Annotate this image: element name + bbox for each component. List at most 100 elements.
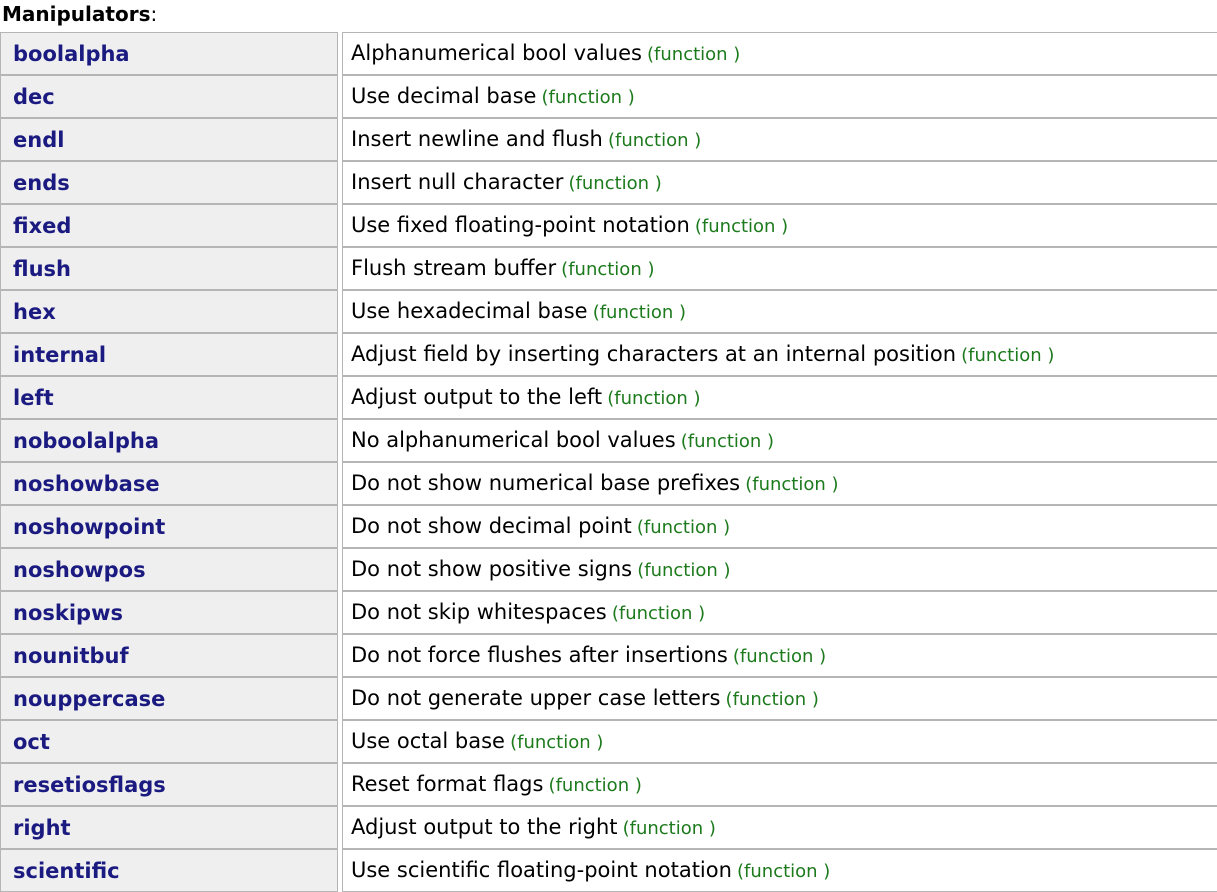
manipulator-name-cell[interactable]: right [0,806,338,849]
manipulator-name-cell[interactable]: noboolalpha [0,419,338,462]
table-row: hex Use hexadecimal base (function ) [0,290,1217,333]
table-row: noshowpos Do not show positive signs (fun… [0,548,1217,591]
table-row: resetiosflags Reset format flags (functio… [0,763,1217,806]
entity-kind-tag: (function ) [745,473,839,495]
manipulator-description-cell: Insert newline and flush (function ) [342,118,1217,161]
entity-kind-tag: (function ) [592,301,686,323]
manipulator-description-cell: Reset format flags (function ) [342,763,1217,806]
manipulator-description: Insert null character [351,169,564,194]
manipulator-link[interactable]: ends [13,170,70,196]
manipulator-name-cell[interactable]: endl [0,118,338,161]
entity-kind-tag: (function ) [636,516,731,538]
manipulator-name-cell[interactable]: internal [0,333,338,376]
manipulator-description-cell: Use decimal base (function ) [342,75,1217,118]
manipulator-link[interactable]: dec [13,84,55,110]
manipulator-name-cell[interactable]: dec [0,75,338,118]
table-row: fixed Use fixed floating-point notation (… [0,204,1217,247]
manipulator-link[interactable]: resetiosflags [13,772,166,798]
manipulator-link[interactable]: noskipws [13,600,123,626]
manipulator-description: Use scientific floating-point notation [351,857,732,882]
manipulator-description: Insert newline and flush [351,126,603,151]
table-row: right Adjust output to the right (functio… [0,806,1217,849]
manipulator-name-cell[interactable]: ends [0,161,338,204]
manipulator-name-cell[interactable]: noshowpos [0,548,338,591]
manipulator-description: Adjust output to the left [351,384,603,409]
manipulator-description-cell: Do not skip whitespaces (function ) [342,591,1217,634]
manipulator-description-cell: Do not generate upper case letters (func… [342,677,1217,720]
manipulator-name-cell[interactable]: left [0,376,338,419]
manipulator-description-cell: Insert null character (function ) [342,161,1217,204]
manipulator-description: Flush stream buffer [351,255,557,280]
entity-kind-tag: (function ) [622,817,716,839]
table-row: noskipws Do not skip whitespaces (functio… [0,591,1217,634]
manipulator-name-cell[interactable]: scientific [0,849,338,892]
page-title: Manipulators: [0,0,1217,32]
entity-kind-tag: (function ) [607,387,701,409]
manipulator-description: Use fixed floating-point notation [351,212,690,237]
entity-kind-tag: (function ) [548,774,642,796]
manipulator-description: Do not generate upper case letters [351,685,721,710]
table-row: ends Insert null character (function ) [0,161,1217,204]
manipulator-link[interactable]: noshowpoint [13,514,165,540]
manipulators-reference-page: Manipulators: boolalpha Alphanumerical bo… [0,0,1217,892]
manipulator-description-cell: Alphanumerical bool values (function ) [342,32,1217,75]
manipulator-name-cell[interactable]: resetiosflags [0,763,338,806]
manipulator-name-cell[interactable]: hex [0,290,338,333]
entity-kind-tag: (function ) [694,215,789,237]
manipulator-description-cell: Use octal base (function ) [342,720,1217,763]
entity-kind-tag: (function ) [561,258,655,280]
manipulator-description: Adjust output to the right [351,814,618,839]
entity-kind-tag: (function ) [732,645,827,667]
manipulator-description: Use decimal base [351,83,537,108]
manipulator-description-cell: Do not show decimal point (function ) [342,505,1217,548]
manipulator-link[interactable]: hex [13,299,56,325]
manipulator-description-cell: Use hexadecimal base (function ) [342,290,1217,333]
manipulator-description: Do not skip whitespaces [351,599,607,624]
manipulator-description: Adjust field by inserting characters at … [351,341,957,366]
manipulator-link[interactable]: flush [13,256,71,282]
entity-kind-tag: (function ) [637,559,731,581]
table-row: nouppercase Do not generate upper case le… [0,677,1217,720]
manipulator-link[interactable]: internal [13,342,106,368]
manipulator-link[interactable]: noboolalpha [13,428,159,454]
manipulator-name-cell[interactable]: fixed [0,204,338,247]
manipulator-link[interactable]: noshowpos [13,557,146,583]
manipulator-name-cell[interactable]: noshowbase [0,462,338,505]
entity-kind-tag: (function ) [725,688,819,710]
table-row: noshowpoint Do not show decimal point (fu… [0,505,1217,548]
manipulator-name-cell[interactable]: noskipws [0,591,338,634]
manipulator-link[interactable]: nounitbuf [13,643,129,669]
manipulator-description: Reset format flags [351,771,544,796]
entity-kind-tag: (function ) [961,344,1055,366]
table-row: internal Adjust field by inserting charac… [0,333,1217,376]
manipulator-link[interactable]: oct [13,729,50,755]
manipulator-name-cell[interactable]: nounitbuf [0,634,338,677]
manipulator-link[interactable]: fixed [13,213,71,239]
entity-kind-tag: (function ) [737,860,831,882]
manipulator-description: Do not show decimal point [351,513,632,538]
manipulator-link[interactable]: right [13,815,71,841]
entity-kind-tag: (function ) [510,731,604,753]
manipulator-link[interactable]: endl [13,127,64,153]
manipulator-link[interactable]: boolalpha [13,41,130,67]
manipulator-name-cell[interactable]: noshowpoint [0,505,338,548]
manipulator-link[interactable]: left [13,385,54,411]
manipulator-description-cell: Do not show numerical base prefixes (fun… [342,462,1217,505]
manipulator-description-cell: Use fixed floating-point notation (funct… [342,204,1217,247]
manipulator-name-cell[interactable]: nouppercase [0,677,338,720]
entity-kind-tag: (function ) [607,129,702,151]
manipulator-description: Alphanumerical bool values [351,40,642,65]
manipulator-link[interactable]: nouppercase [13,686,165,712]
manipulator-description: Use hexadecimal base [351,298,588,323]
table-row: noboolalpha No alphanumerical bool values… [0,419,1217,462]
manipulator-name-cell[interactable]: flush [0,247,338,290]
manipulator-link[interactable]: scientific [13,858,120,884]
manipulator-link[interactable]: noshowbase [13,471,160,497]
manipulator-description: Do not show positive signs [351,556,633,581]
entity-kind-tag: (function ) [611,602,706,624]
manipulator-name-cell[interactable]: boolalpha [0,32,338,75]
entity-kind-tag: (function ) [568,172,662,194]
manipulator-description: Do not force flushes after insertions [351,642,728,667]
manipulator-name-cell[interactable]: oct [0,720,338,763]
manipulator-description-cell: Adjust field by inserting characters at … [342,333,1217,376]
